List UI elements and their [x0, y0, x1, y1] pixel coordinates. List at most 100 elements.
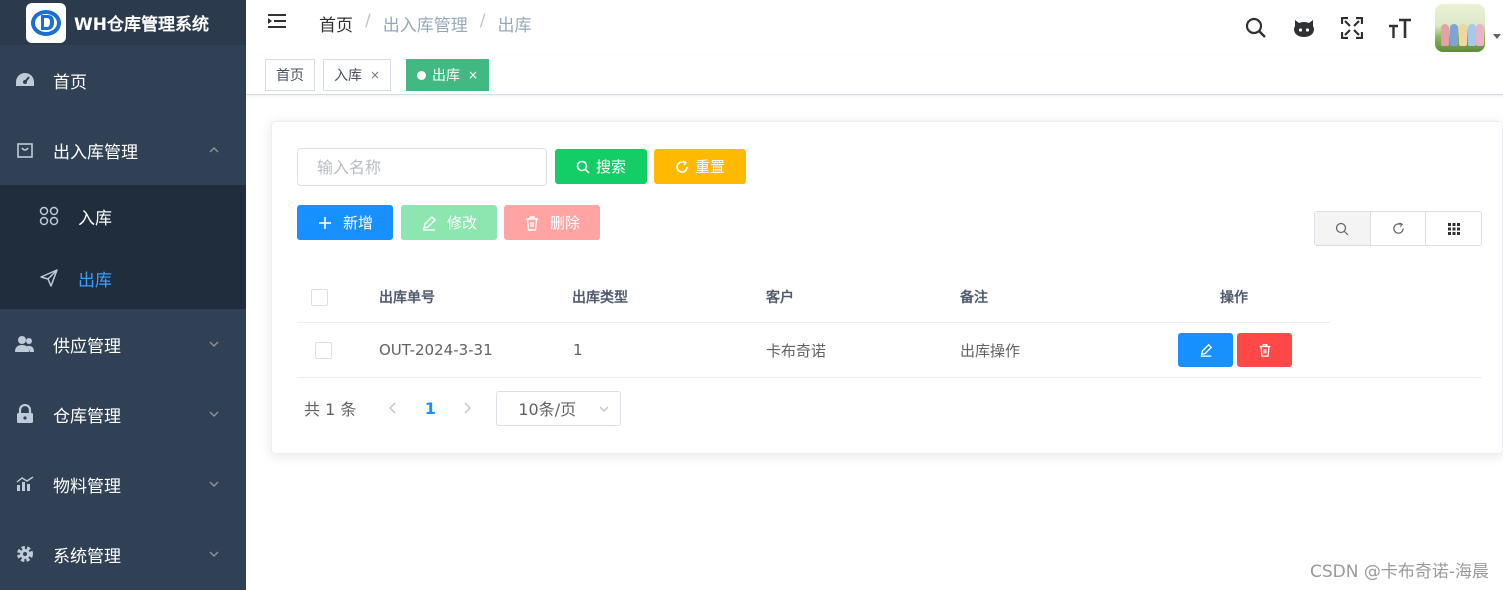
- chevron-down-icon: [209, 551, 219, 557]
- sidebar-item-label: 出入库管理: [53, 142, 138, 163]
- customer-cell: 卡布奇诺: [766, 341, 827, 360]
- chevron-left-icon: [389, 402, 396, 414]
- hamburger-icon[interactable]: [266, 10, 290, 34]
- chart-icon: [15, 474, 35, 494]
- logo-icon: [26, 2, 66, 43]
- add-button[interactable]: 新增: [297, 205, 393, 240]
- delete-button[interactable]: 删除: [504, 205, 600, 240]
- tag-label: 入库: [334, 68, 362, 84]
- column-header: 出库类型: [572, 290, 628, 306]
- tag-inbound[interactable]: 入库 ×: [323, 59, 392, 91]
- plus-icon: [318, 216, 331, 229]
- sidebar: WH仓库管理系统 首页 出入库管理 入库 出库 供应管理 仓库管理 物料管理 系…: [0, 0, 246, 590]
- pagination-total: 共 1 条: [304, 400, 357, 419]
- grid-circles-icon: [38, 205, 60, 227]
- page-size-select[interactable]: 10条/页: [496, 390, 622, 426]
- navbar: 首页 / 出入库管理 / 出库: [246, 0, 1503, 55]
- users-icon: [15, 334, 35, 354]
- search-button[interactable]: 搜索: [555, 149, 647, 184]
- prev-page-button[interactable]: [378, 401, 408, 415]
- breadcrumb-separator: /: [479, 11, 486, 31]
- submenu-inout: 入库 出库: [0, 185, 246, 309]
- chevron-down-icon: [209, 341, 219, 347]
- sidebar-item-material[interactable]: 物料管理: [0, 449, 246, 519]
- app-title: WH仓库管理系统: [74, 15, 209, 35]
- search-button-label: 搜索: [595, 158, 626, 176]
- sidebar-item-label: 首页: [53, 72, 87, 93]
- send-icon: [38, 267, 60, 289]
- add-button-label: 新增: [342, 214, 373, 232]
- sidebar-item-home[interactable]: 首页: [0, 45, 246, 115]
- edit-button-label: 修改: [446, 214, 477, 232]
- fullscreen-icon[interactable]: [1339, 15, 1365, 41]
- logo[interactable]: WH仓库管理系统: [0, 0, 246, 45]
- data-table: 出库单号 出库类型 客户 备注 操作 OUT-2024-3-31 1 卡布奇诺 …: [297, 272, 1482, 378]
- page-size-value: 10条/页: [518, 400, 577, 419]
- caret-down-icon[interactable]: [1493, 34, 1501, 39]
- breadcrumb-current: 出库: [497, 16, 532, 36]
- page-number[interactable]: 1: [412, 399, 448, 418]
- watermark: CSDN @卡布奇诺-海晨: [1309, 562, 1489, 582]
- search-input[interactable]: [297, 148, 547, 186]
- sidebar-item-label: 系统管理: [53, 546, 121, 567]
- right-menu: [1243, 0, 1503, 55]
- sidebar-item-inout[interactable]: 出入库管理: [0, 115, 246, 185]
- font-size-icon[interactable]: [1387, 15, 1413, 41]
- row-delete-button[interactable]: [1237, 333, 1292, 367]
- reset-button[interactable]: 重置: [654, 149, 746, 184]
- table-tools: [1314, 211, 1482, 246]
- pagination: 共 1 条 1 10条/页: [297, 390, 622, 426]
- edit-icon: [1200, 343, 1212, 357]
- sidebar-item-warehouse[interactable]: 仓库管理: [0, 379, 246, 449]
- grid-icon: [1447, 222, 1460, 235]
- refresh-icon: [676, 159, 688, 173]
- columns-button[interactable]: [1426, 212, 1481, 245]
- row-select-cell: [315, 323, 332, 377]
- breadcrumb: 首页 / 出入库管理 / 出库: [319, 11, 531, 36]
- select-all-cell: [311, 272, 328, 322]
- gear-icon: [15, 544, 35, 564]
- column-header: 操作: [1220, 290, 1248, 306]
- lock-icon: [15, 404, 35, 424]
- search-icon: [576, 160, 590, 174]
- close-icon[interactable]: ×: [468, 68, 478, 82]
- sidebar-item-inbound[interactable]: 入库: [0, 185, 246, 247]
- tag-label: 出库: [432, 68, 460, 84]
- sidebar-item-label: 出库: [78, 270, 112, 291]
- column-header: 出库单号: [379, 290, 435, 306]
- table-header: 出库单号 出库类型 客户 备注 操作: [297, 272, 1330, 323]
- chevron-right-icon: [464, 402, 472, 414]
- sidebar-item-label: 入库: [78, 208, 112, 229]
- edit-icon: [422, 215, 436, 231]
- edit-button[interactable]: 修改: [401, 205, 497, 240]
- github-icon[interactable]: [1291, 15, 1317, 41]
- column-header: 备注: [960, 290, 988, 306]
- close-icon[interactable]: ×: [370, 68, 380, 82]
- search-icon[interactable]: [1243, 15, 1269, 41]
- content-card: 搜索 重置 新增 修改 删除: [271, 121, 1503, 454]
- breadcrumb-section: 出入库管理: [382, 16, 468, 36]
- select-all-checkbox[interactable]: [311, 288, 328, 306]
- next-page-button[interactable]: [452, 401, 482, 415]
- breadcrumb-separator: /: [365, 11, 371, 31]
- chevron-up-icon: [209, 147, 219, 153]
- refresh-button[interactable]: [1371, 212, 1427, 245]
- dashboard-icon: [15, 70, 35, 90]
- tag-outbound[interactable]: 出库 ×: [406, 59, 490, 91]
- row-edit-button[interactable]: [1178, 333, 1233, 367]
- sidebar-item-label: 仓库管理: [53, 406, 121, 427]
- sidebar-item-supply[interactable]: 供应管理: [0, 309, 246, 379]
- search-icon: [1336, 222, 1349, 235]
- type-cell: 1: [573, 341, 583, 359]
- breadcrumb-home[interactable]: 首页: [319, 11, 353, 36]
- sidebar-item-label: 供应管理: [53, 336, 121, 357]
- tag-home[interactable]: 首页: [265, 59, 315, 91]
- row-checkbox[interactable]: [315, 341, 332, 359]
- sidebar-item-outbound[interactable]: 出库: [0, 247, 246, 309]
- avatar[interactable]: [1435, 3, 1485, 52]
- chevron-down-icon: [209, 481, 219, 487]
- toggle-search-button[interactable]: [1315, 212, 1371, 245]
- refresh-icon: [1392, 222, 1404, 234]
- column-header: 客户: [766, 290, 794, 306]
- sidebar-item-system[interactable]: 系统管理: [0, 519, 246, 589]
